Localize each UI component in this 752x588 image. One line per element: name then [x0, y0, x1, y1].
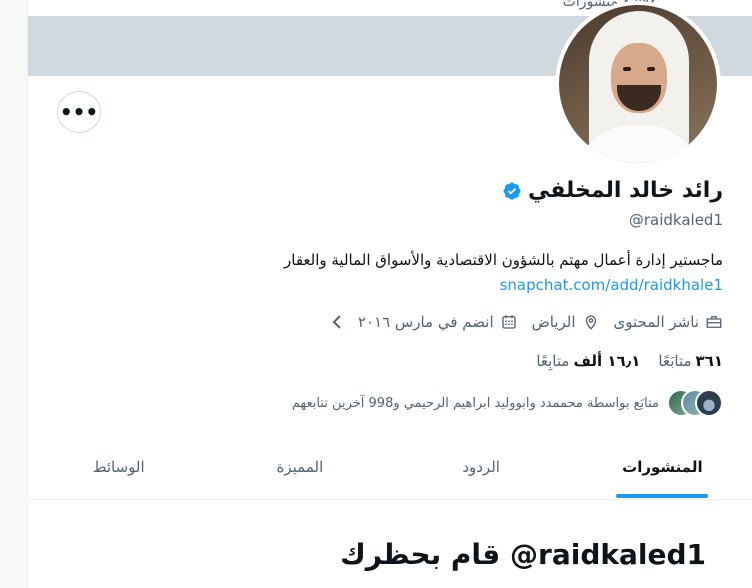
follow-stats: ٣٦١ متابَعًا ١٦٫١ ألف متابِعًا: [536, 352, 723, 370]
avatar-photo: [559, 5, 717, 163]
briefcase-icon: [706, 316, 722, 328]
active-tab-indicator: [616, 494, 709, 498]
chevron-left-icon[interactable]: [330, 313, 344, 331]
location-pin-icon: [585, 315, 596, 330]
tab-media[interactable]: الوسائط: [28, 440, 209, 498]
name-row: رائد خالد المخلفي: [502, 178, 723, 203]
more-options-button[interactable]: •••: [57, 91, 101, 133]
meta-location-label: الرياض: [531, 313, 576, 331]
mutual-avatars: [667, 389, 723, 417]
tab-highlights[interactable]: المميزة: [209, 440, 390, 498]
calendar-icon: [501, 315, 516, 329]
verified-badge-icon[interactable]: [502, 181, 522, 201]
following-stat[interactable]: ٣٦١ متابَعًا: [658, 352, 723, 370]
following-count: ٣٦١: [695, 352, 723, 370]
avatar: [695, 389, 723, 417]
tab-label: المنشورات: [622, 458, 703, 476]
followers-you-know-text: متابَع بواسطة محممدد وابووليد ابراهيم ال…: [291, 395, 659, 411]
profile-avatar[interactable]: [555, 1, 721, 167]
tab-label: الردود: [462, 458, 500, 476]
meta-category-label: ناشر المحتوى: [613, 313, 699, 331]
display-name: رائد خالد المخلفي: [527, 178, 723, 203]
blocked-title: raidkaled1@ قام بحظرك: [340, 538, 706, 571]
blocked-notice: raidkaled1@ قام بحظرك: [27, 499, 752, 588]
profile-bio: ماجستير إدارة أعمال مهتم بالشؤون الاقتصا…: [284, 251, 723, 269]
meta-category[interactable]: ناشر المحتوى: [614, 313, 723, 331]
followers-count: ١٦٫١ ألف: [573, 352, 641, 370]
following-label: متابَعًا: [658, 352, 692, 370]
followers-label: متابِعًا: [536, 352, 570, 370]
profile-handle: @raidkaled1: [628, 211, 723, 229]
profile-card: ٨,٥٩٤ منشورات ••• رائد خالد المخلفي @rai…: [27, 0, 752, 498]
tab-replies[interactable]: الردود: [391, 440, 572, 498]
tab-label: الوسائط: [92, 458, 145, 476]
meta-location: الرياض: [532, 313, 600, 331]
followers-you-know[interactable]: متابَع بواسطة محممدد وابووليد ابراهيم ال…: [292, 389, 723, 417]
meta-joined: انضم في مارس ٢٠١٦: [358, 313, 518, 331]
tab-posts[interactable]: المنشورات: [572, 440, 752, 498]
profile-meta: ناشر المحتوى الرياض انضم في مارس ٢٠١٦: [330, 313, 723, 331]
followers-stat[interactable]: ١٦٫١ ألف متابِعًا: [536, 352, 640, 370]
tab-label: المميزة: [276, 458, 324, 476]
page-gutter: [0, 0, 27, 588]
profile-tabs: المنشورات الردود المميزة الوسائط: [28, 440, 752, 498]
meta-joined-label: انضم في مارس ٢٠١٦: [357, 313, 494, 331]
profile-website-link[interactable]: snapchat.com/add/raidkhale1: [500, 276, 723, 294]
